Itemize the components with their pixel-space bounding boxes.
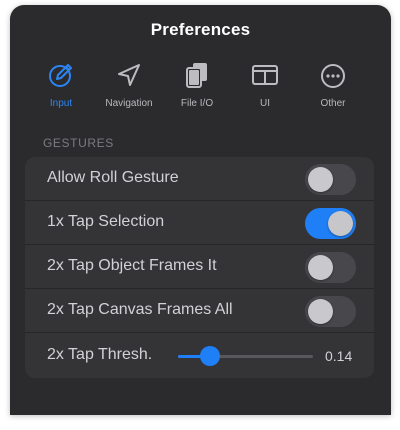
setting-label: Allow Roll Gesture [47,169,179,186]
tap-threshold-slider[interactable] [178,346,313,366]
setting-row-canvas-frames: 2x Tap Canvas Frames All [25,289,374,333]
threshold-value: 0.14 [325,348,353,364]
category-tabs: Input Navigation File I/O UI Other [10,60,391,116]
tab-other[interactable]: Other [298,60,368,116]
location-arrow-icon [118,64,140,86]
tap-selection-toggle[interactable] [305,208,356,239]
toggle-knob [328,211,353,236]
setting-row-allow-roll: Allow Roll Gesture [25,157,374,201]
setting-row-object-frames: 2x Tap Object Frames It [25,245,374,289]
toggle-knob [308,167,333,192]
setting-label: 1x Tap Selection [47,213,165,230]
toggle-knob [308,255,333,280]
allow-roll-toggle[interactable] [305,164,356,195]
setting-label: 2x Tap Canvas Frames All [47,301,233,318]
section-header-gestures: GESTURES [43,136,114,150]
page-title: Preferences [150,20,251,39]
slider-thumb[interactable] [200,346,221,366]
row-divider [25,332,374,333]
toggle-knob [308,299,333,324]
pencil-circle-icon [49,64,72,87]
tab-label: Other [320,98,346,109]
canvas-frames-toggle[interactable] [305,296,356,327]
torn-edge [10,383,391,410]
documents-icon [186,63,207,88]
gestures-settings-group: Allow Roll Gesture 1x Tap Selection 2x T… [25,157,374,378]
object-frames-toggle[interactable] [305,252,356,283]
window-layout-icon [252,65,278,85]
setting-label: 2x Tap Object Frames It [47,257,217,274]
ellipsis-circle-icon [321,64,345,88]
setting-row-tap-selection: 1x Tap Selection [25,201,374,245]
setting-label: 2x Tap Thresh. [47,346,153,363]
setting-row-tap-threshold: 2x Tap Thresh. 0.14 [25,334,374,378]
